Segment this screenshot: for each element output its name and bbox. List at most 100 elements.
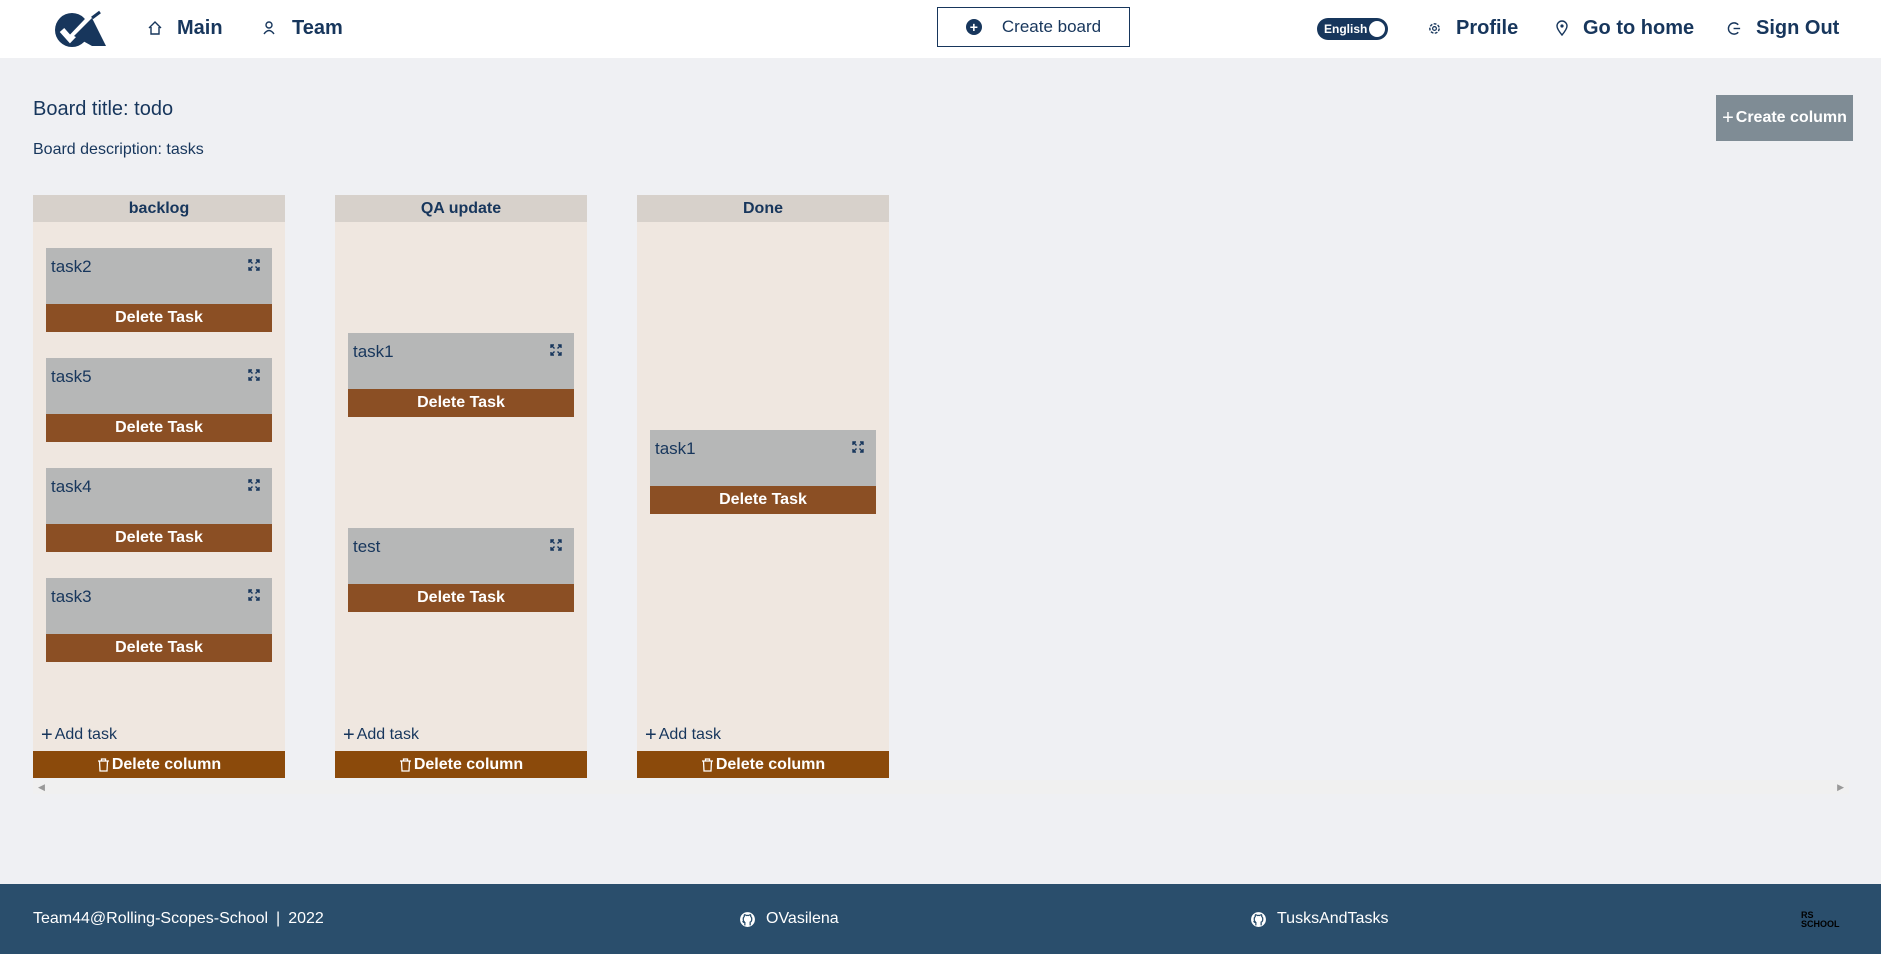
footer-github-repo: TusksAndTasks bbox=[1277, 910, 1389, 927]
plus-icon: + bbox=[343, 724, 355, 746]
plus-icon: + bbox=[1722, 106, 1734, 129]
board-description: Board description: tasks bbox=[33, 141, 204, 158]
home-icon bbox=[148, 21, 162, 35]
location-pin-icon bbox=[1556, 20, 1568, 36]
add-task-button[interactable]: + Add task bbox=[343, 724, 419, 746]
task-title: task1 bbox=[353, 342, 394, 361]
nav-team[interactable]: Team bbox=[262, 14, 343, 42]
task-card-body[interactable]: task2 bbox=[46, 248, 272, 304]
trash-icon bbox=[97, 757, 109, 772]
task-card: task2 Delete Task bbox=[46, 248, 272, 332]
footer-credits: Team44@Rolling-Scopes-School | 2022 bbox=[33, 884, 324, 954]
delete-column-label: Delete column bbox=[413, 755, 524, 773]
task-title: task2 bbox=[51, 257, 92, 276]
footer-github-repo-link[interactable]: TusksAndTasks bbox=[1250, 884, 1388, 954]
nav-sign-out[interactable]: Sign Out bbox=[1727, 14, 1839, 42]
task-card-body[interactable]: test bbox=[348, 528, 574, 584]
footer-github-user-link[interactable]: OVasilena bbox=[739, 884, 839, 954]
rs-school-logo-text: RS SCHOOL bbox=[1801, 910, 1840, 929]
add-task-label: Add task bbox=[356, 726, 419, 743]
footer: Team44@Rolling-Scopes-School | 2022 OVas… bbox=[0, 884, 1881, 954]
task-card-body[interactable]: task5 bbox=[46, 358, 272, 414]
task-card-body[interactable]: task3 bbox=[46, 578, 272, 634]
nav-sign-out-label: Sign Out bbox=[1756, 16, 1840, 39]
delete-column-button[interactable]: Delete column bbox=[335, 751, 587, 778]
task-card: task3 Delete Task bbox=[46, 578, 272, 662]
expand-icon[interactable] bbox=[550, 539, 562, 551]
delete-task-button[interactable]: Delete Task bbox=[348, 389, 574, 417]
nav-profile[interactable]: Profile bbox=[1427, 14, 1518, 42]
plus-icon: + bbox=[645, 724, 657, 746]
delete-task-button[interactable]: Delete Task bbox=[46, 634, 272, 662]
plus-circle-icon: + bbox=[965, 19, 982, 35]
task-title: task1 bbox=[655, 439, 696, 458]
nav-main-label: Main bbox=[177, 16, 223, 39]
create-board-label: Create board bbox=[1001, 17, 1102, 36]
language-toggle[interactable]: English bbox=[1317, 18, 1388, 40]
github-icon bbox=[740, 911, 755, 927]
sign-out-icon bbox=[1727, 21, 1741, 35]
column-qa-update: QA update task1 Delete Task test Delete … bbox=[335, 195, 587, 778]
nav-main[interactable]: Main bbox=[147, 14, 223, 42]
delete-column-label: Delete column bbox=[111, 755, 222, 773]
task-title: task5 bbox=[51, 367, 92, 386]
task-card: test Delete Task bbox=[348, 528, 574, 612]
plus-icon: + bbox=[41, 724, 53, 746]
scroll-left-arrow-icon[interactable]: ◀ bbox=[38, 782, 45, 793]
trash-icon bbox=[399, 757, 411, 772]
task-card: task5 Delete Task bbox=[46, 358, 272, 442]
expand-icon[interactable] bbox=[852, 441, 864, 453]
delete-task-button[interactable]: Delete Task bbox=[46, 524, 272, 552]
footer-team: Team44@Rolling-Scopes-School bbox=[33, 910, 269, 927]
add-task-label: Add task bbox=[54, 726, 117, 743]
task-title: test bbox=[353, 537, 381, 556]
expand-icon[interactable] bbox=[248, 259, 260, 271]
header: Main Team + Create board English Profile… bbox=[0, 0, 1881, 58]
column-title[interactable]: QA update bbox=[335, 195, 587, 222]
language-label: English bbox=[1324, 22, 1368, 36]
column-done: Done task1 Delete Task + Add task Delete… bbox=[637, 195, 889, 778]
task-card: task1 Delete Task bbox=[650, 430, 876, 514]
expand-icon[interactable] bbox=[248, 589, 260, 601]
expand-icon[interactable] bbox=[248, 369, 260, 381]
footer-github-user: OVasilena bbox=[766, 910, 839, 927]
create-column-button[interactable]: + Create column bbox=[1716, 95, 1853, 141]
add-task-button[interactable]: + Add task bbox=[645, 724, 721, 746]
add-task-label: Add task bbox=[658, 726, 721, 743]
trash-icon bbox=[701, 757, 713, 772]
task-card-body[interactable]: task1 bbox=[650, 430, 876, 486]
nav-go-home-label: Go to home bbox=[1583, 16, 1695, 39]
delete-task-button[interactable]: Delete Task bbox=[46, 414, 272, 442]
delete-column-button[interactable]: Delete column bbox=[637, 751, 889, 778]
task-card-body[interactable]: task4 bbox=[46, 468, 272, 524]
horizontal-scrollbar[interactable]: ◀ ▶ bbox=[33, 780, 1849, 794]
nav-profile-label: Profile bbox=[1456, 16, 1519, 39]
app-logo[interactable] bbox=[52, 10, 110, 50]
create-board-button[interactable]: + Create board bbox=[937, 7, 1130, 47]
nav-team-label: Team bbox=[292, 16, 343, 39]
delete-task-button[interactable]: Delete Task bbox=[348, 584, 574, 612]
delete-task-button[interactable]: Delete Task bbox=[46, 304, 272, 332]
delete-column-button[interactable]: Delete column bbox=[33, 751, 285, 778]
team-icon bbox=[263, 21, 275, 35]
task-card: task1 Delete Task bbox=[348, 333, 574, 417]
toggle-knob bbox=[1369, 21, 1385, 37]
expand-icon[interactable] bbox=[248, 479, 260, 491]
board-title: Board title: todo bbox=[33, 98, 174, 120]
task-title: task3 bbox=[51, 587, 92, 606]
delete-task-button[interactable]: Delete Task bbox=[650, 486, 876, 514]
expand-icon[interactable] bbox=[550, 344, 562, 356]
task-card: task4 Delete Task bbox=[46, 468, 272, 552]
column-backlog: backlog task2 Delete Task task5 Delete T… bbox=[33, 195, 285, 778]
scroll-right-arrow-icon[interactable]: ▶ bbox=[1837, 782, 1844, 793]
add-task-button[interactable]: + Add task bbox=[41, 724, 117, 746]
column-title[interactable]: backlog bbox=[33, 195, 285, 222]
footer-separator: | bbox=[276, 910, 281, 927]
create-column-label: Create column bbox=[1735, 109, 1847, 126]
column-title[interactable]: Done bbox=[637, 195, 889, 222]
nav-go-home[interactable]: Go to home bbox=[1555, 14, 1694, 42]
footer-year: 2022 bbox=[288, 910, 324, 927]
delete-column-label: Delete column bbox=[715, 755, 826, 773]
task-card-body[interactable]: task1 bbox=[348, 333, 574, 389]
rs-school-logo[interactable]: RS SCHOOL bbox=[1801, 911, 1853, 931]
